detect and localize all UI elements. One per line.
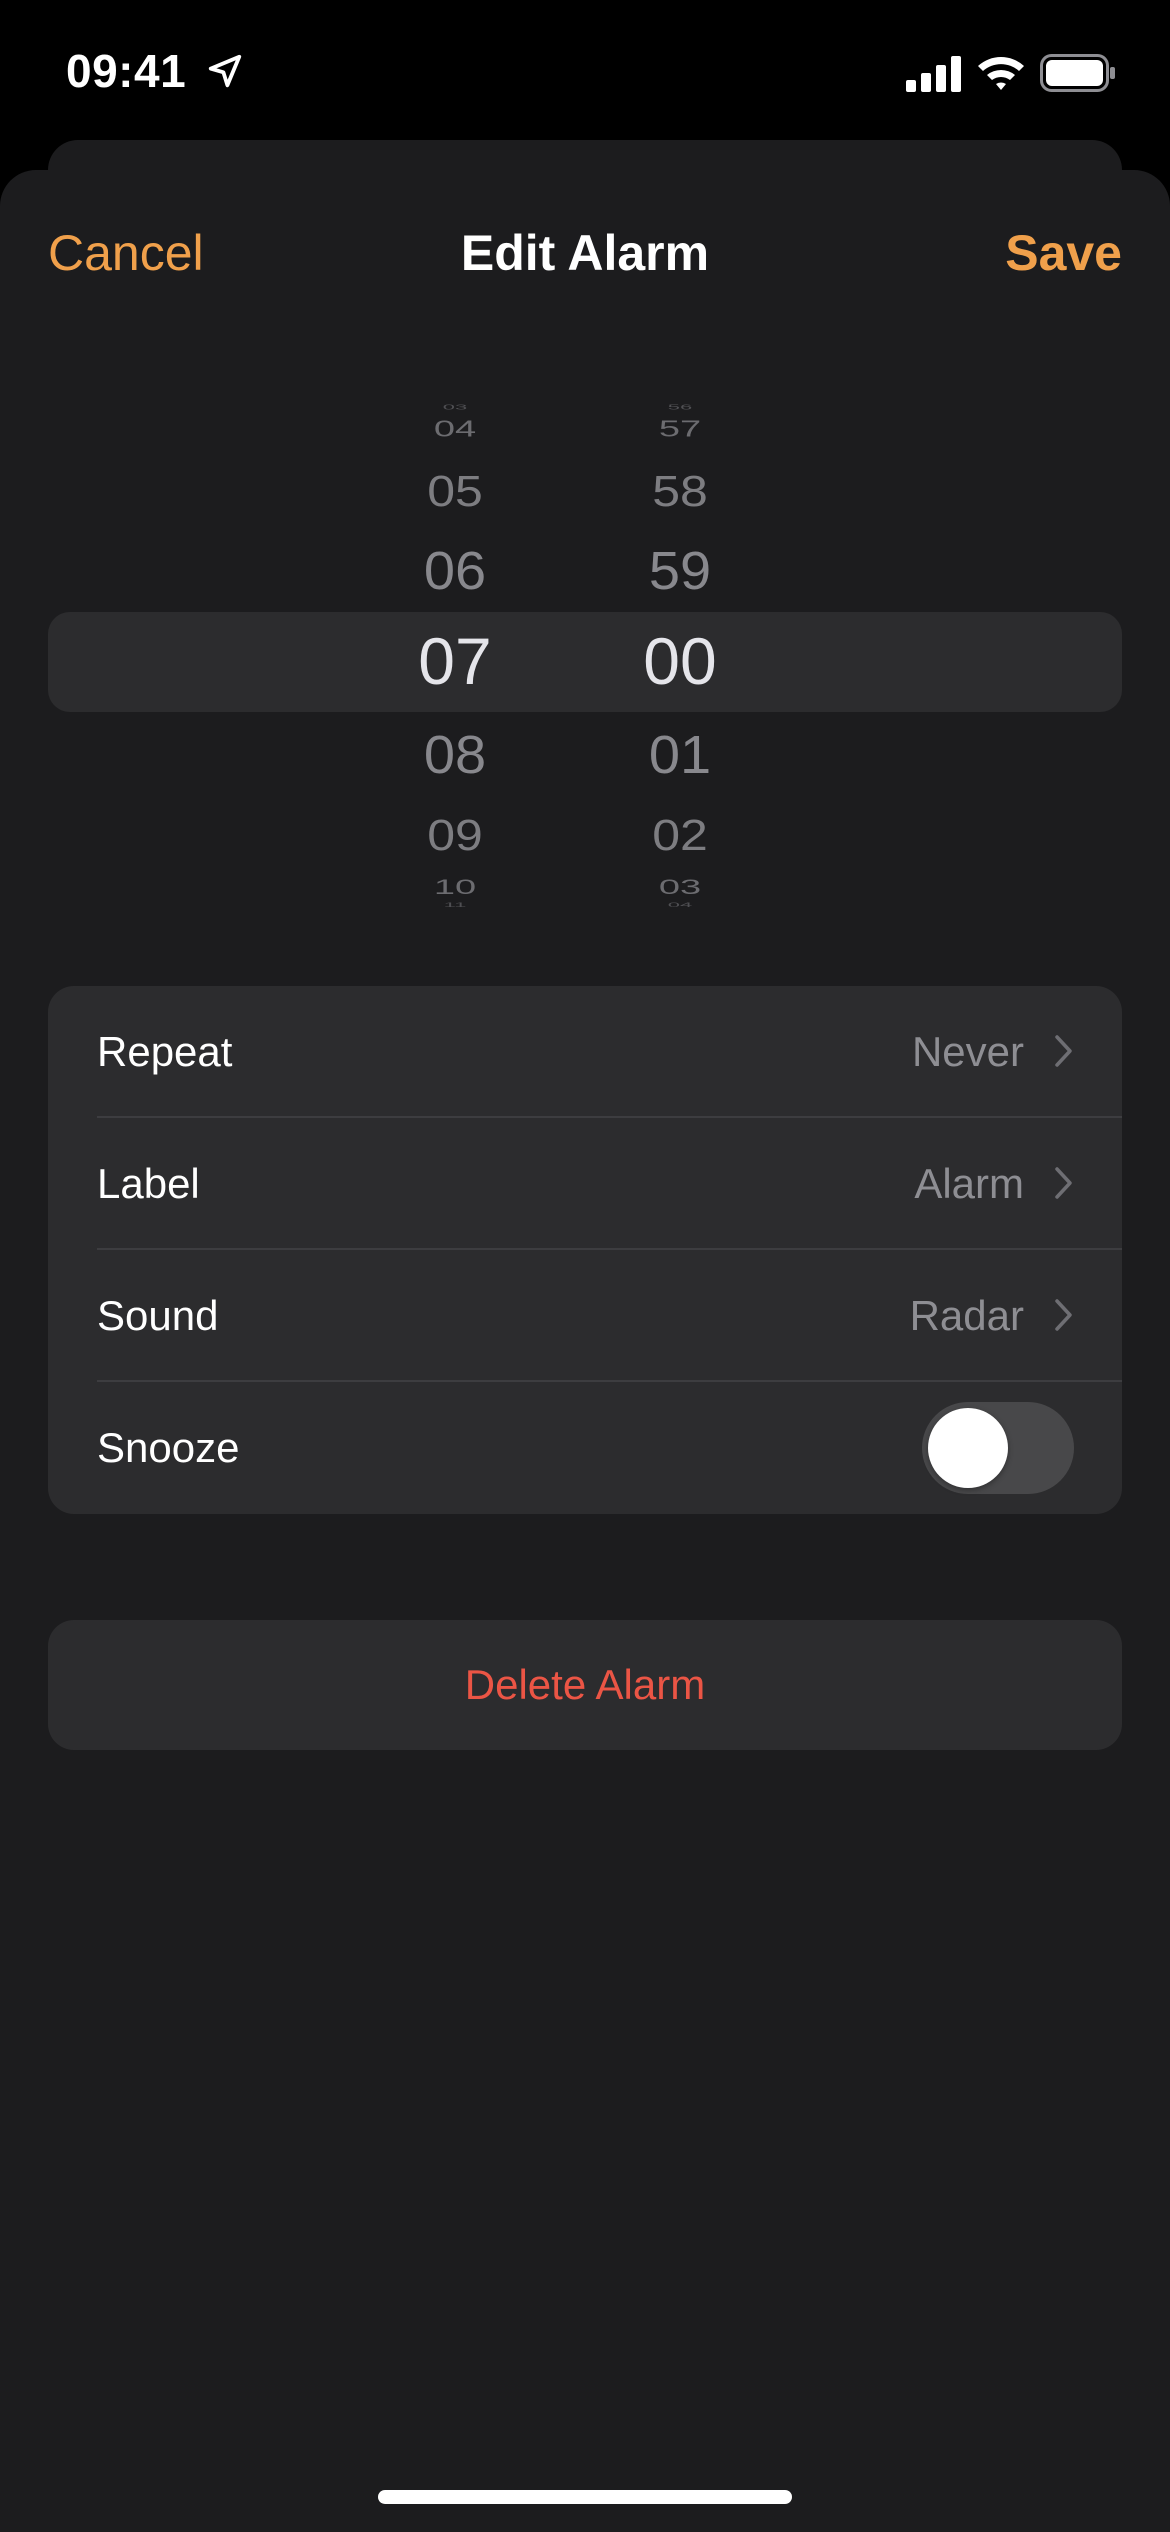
label-value: Alarm xyxy=(914,1160,1024,1207)
delete-alarm-label: Delete Alarm xyxy=(464,1661,706,1708)
label-label: Label xyxy=(97,1160,200,1207)
picker-selection-highlight xyxy=(48,612,1122,712)
minute-option[interactable]: 03 xyxy=(600,876,760,900)
repeat-value: Never xyxy=(911,1028,1024,1075)
battery-icon xyxy=(1040,54,1115,92)
minute-option[interactable]: 04 xyxy=(600,901,760,909)
hour-option[interactable]: 04 xyxy=(375,416,535,443)
chevron-right-icon xyxy=(1055,1167,1072,1199)
location-arrow-icon xyxy=(208,54,242,88)
minute-option[interactable]: 59 xyxy=(600,539,760,601)
toggle-knob xyxy=(928,1408,1008,1488)
minute-option[interactable]: 57 xyxy=(600,416,760,443)
label-row[interactable]: Label Alarm xyxy=(48,1118,1122,1250)
delete-alarm-button[interactable]: Delete Alarm xyxy=(48,1620,1122,1750)
hour-option[interactable]: 03 xyxy=(375,402,535,411)
status-time: 09:41 xyxy=(66,45,187,97)
page-title: Edit Alarm xyxy=(460,225,710,281)
hour-option[interactable]: 10 xyxy=(375,876,535,900)
sound-row[interactable]: Sound Radar xyxy=(48,1250,1122,1382)
minute-option[interactable]: 01 xyxy=(600,723,760,785)
minute-picker-wheel[interactable]: 56 57 58 59 00 01 02 03 04 xyxy=(600,380,760,930)
hour-option[interactable]: 11 xyxy=(375,901,535,909)
status-bar: 09:41 xyxy=(0,0,1170,150)
cellular-signal-icon xyxy=(906,56,961,92)
selected-minute[interactable]: 00 xyxy=(600,623,760,699)
minute-option[interactable]: 56 xyxy=(600,402,760,411)
sound-value: Radar xyxy=(909,1292,1024,1339)
hour-option[interactable]: 08 xyxy=(375,723,535,785)
alarm-settings-group: Repeat Never Label Alarm Sound Radar Sno… xyxy=(48,986,1122,1514)
home-indicator[interactable] xyxy=(378,2490,792,2504)
hour-picker-wheel[interactable]: 03 04 05 06 07 08 09 10 11 xyxy=(375,380,535,930)
hour-option[interactable]: 06 xyxy=(375,539,535,601)
snooze-row: Snooze xyxy=(48,1382,1122,1514)
snooze-toggle[interactable] xyxy=(922,1402,1074,1494)
chevron-right-icon xyxy=(1055,1035,1072,1067)
hour-option[interactable]: 09 xyxy=(375,809,535,860)
wifi-icon xyxy=(978,57,1024,90)
chevron-right-icon xyxy=(1055,1299,1072,1331)
save-button[interactable]: Save xyxy=(1005,224,1122,282)
snooze-label: Snooze xyxy=(97,1424,240,1471)
minute-option[interactable]: 58 xyxy=(600,465,760,516)
minute-option[interactable]: 02 xyxy=(600,809,760,860)
repeat-label: Repeat xyxy=(97,1028,233,1075)
repeat-row[interactable]: Repeat Never xyxy=(48,986,1122,1118)
selected-hour[interactable]: 07 xyxy=(375,623,535,699)
hour-option[interactable]: 05 xyxy=(375,465,535,516)
sound-label: Sound xyxy=(97,1292,219,1339)
